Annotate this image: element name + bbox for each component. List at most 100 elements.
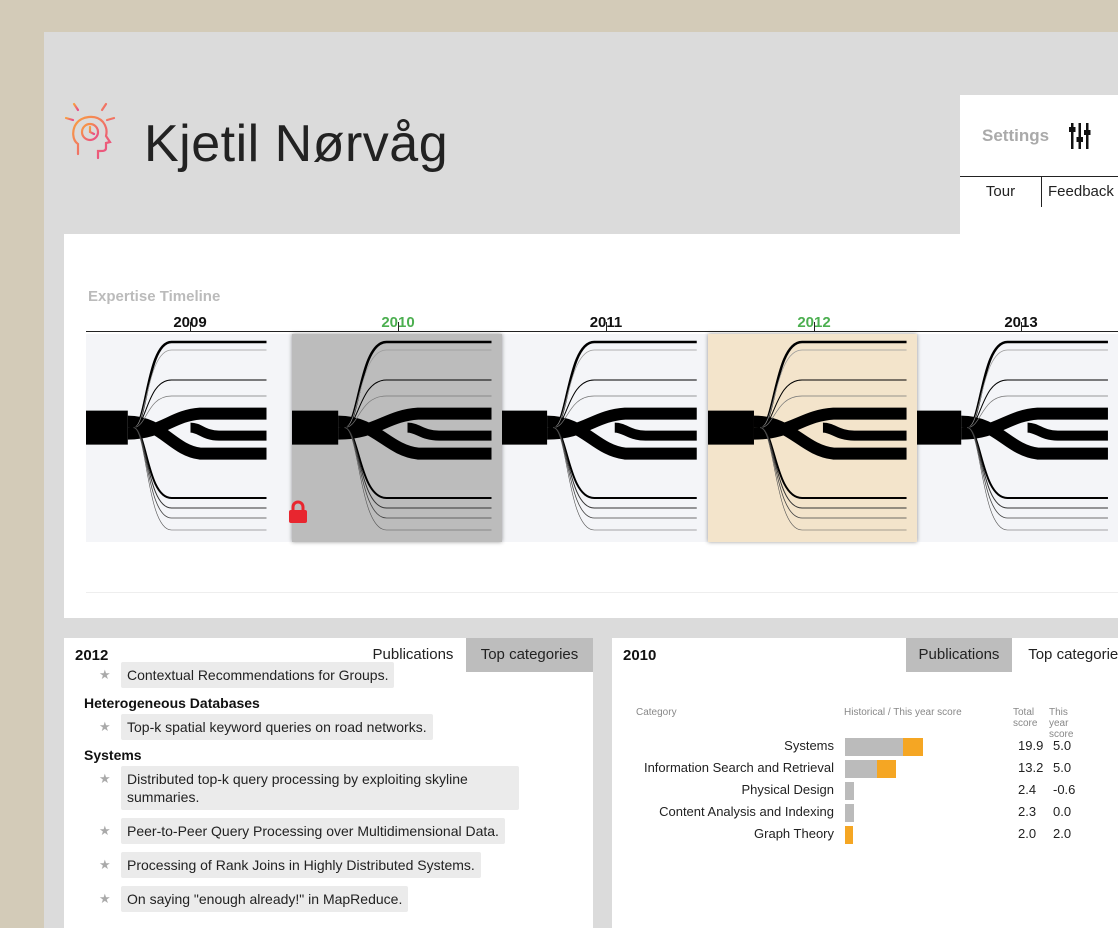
publications-panel: 2012 Publications Top categories ★ Conte…	[64, 638, 593, 928]
axis-tick	[814, 322, 815, 331]
axis-tick	[398, 322, 399, 331]
tour-button[interactable]: Tour	[960, 177, 1042, 207]
timeline-divider	[86, 592, 1118, 593]
sliders-icon	[1069, 122, 1091, 149]
total-score: 13.2	[1018, 760, 1044, 775]
flow-line	[822, 422, 907, 441]
star-icon[interactable]: ★	[99, 822, 111, 840]
tab-top-categories[interactable]: Top categories	[466, 638, 593, 672]
expertise-flow-graphic	[502, 340, 697, 531]
publication-item[interactable]: ★ Top-k spatial keyword queries on road …	[99, 714, 433, 740]
this-year-score-bar	[876, 760, 897, 778]
historical-score-bar	[845, 760, 877, 778]
publication-item[interactable]: ★ Peer-to-Peer Query Processing over Mul…	[99, 818, 505, 844]
flow-line	[553, 379, 697, 429]
historical-score-bar	[845, 738, 904, 756]
flow-2010-locked[interactable]	[292, 334, 502, 542]
category-row: Physical Design 2.4 -0.6	[612, 780, 1118, 800]
timeline-axis	[86, 331, 1118, 332]
flow-line	[344, 427, 492, 519]
expertise-flow-graphic	[917, 340, 1108, 531]
column-header-total: Total score	[1013, 707, 1038, 729]
help-bar: Tour Feedback	[960, 176, 1118, 207]
feedback-button[interactable]: Feedback	[1042, 177, 1118, 207]
axis-tick	[1021, 322, 1022, 331]
flow-line	[133, 379, 267, 429]
star-icon[interactable]: ★	[99, 856, 111, 874]
category-row: Information Search and Retrieval 13.2 5.0	[612, 758, 1118, 778]
expertise-head-icon	[64, 96, 116, 160]
settings-button[interactable]: Settings	[960, 95, 1118, 176]
star-icon[interactable]: ★	[99, 890, 111, 908]
axis-tick	[190, 322, 191, 331]
publication-title: Top-k spatial keyword queries on road ne…	[127, 719, 427, 735]
tab-publications[interactable]: Publications	[906, 638, 1012, 672]
header: Kjetil Nørvåg Settings Tour Feedback	[44, 32, 1118, 238]
flow-line	[614, 422, 697, 441]
profile-name: Kjetil Nørvåg	[144, 115, 449, 173]
star-icon[interactable]: ★	[99, 770, 111, 788]
timeline-title: Expertise Timeline	[88, 288, 221, 305]
publication-list: ★ Contextual Recommendations for Groups.…	[64, 662, 593, 920]
flow-line	[760, 427, 907, 519]
flow-line	[1027, 422, 1108, 441]
flow-2013[interactable]	[917, 334, 1118, 542]
this-year-score: 5.0	[1053, 760, 1072, 775]
historical-score-bar	[845, 804, 854, 822]
panel-year: 2010	[623, 647, 657, 664]
flow-line	[344, 379, 492, 429]
total-score: 2.4	[1018, 782, 1037, 797]
axis-tick	[606, 322, 607, 331]
flow-2009[interactable]	[86, 334, 276, 542]
publication-item[interactable]: ★ Contextual Recommendations for Groups.	[99, 662, 395, 688]
publication-title: Distributed top-k query processing by ex…	[127, 771, 468, 805]
flow-line	[760, 379, 907, 429]
category-label: Graph Theory	[754, 826, 834, 841]
publication-title: Peer-to-Peer Query Processing over Multi…	[127, 823, 499, 839]
this-year-score: 0.0	[1053, 804, 1072, 819]
category-row: Systems 19.9 5.0	[612, 736, 1118, 756]
settings-box: Settings Tour Feedback	[960, 95, 1118, 238]
total-score: 2.3	[1018, 804, 1037, 819]
publication-item[interactable]: ★ Processing of Rank Joins in Highly Dis…	[99, 852, 481, 878]
publication-item[interactable]: ★ Distributed top-k query processing by …	[99, 766, 519, 810]
total-score: 2.0	[1018, 826, 1037, 841]
category-label: Information Search and Retrieval	[643, 760, 834, 775]
category-label: Physical Design	[741, 782, 835, 797]
flow-line	[133, 427, 267, 519]
category-heading: Heterogeneous Databases	[84, 695, 260, 711]
flow-line	[553, 427, 697, 519]
total-score: 19.9	[1018, 738, 1044, 753]
category-row: Content Analysis and Indexing 2.3 0.0	[612, 802, 1118, 822]
star-icon[interactable]: ★	[99, 666, 111, 684]
timeline-panel: Expertise Timeline 2009 2010 2011 2012 2…	[64, 234, 1118, 618]
historical-score-bar	[845, 782, 855, 800]
column-header-category: Category	[636, 707, 677, 718]
publication-title: On saying "enough already!" in MapReduce…	[127, 891, 403, 907]
page: Kjetil Nørvåg Settings Tour Feedback Exp…	[44, 32, 1118, 928]
flow-2012-selected[interactable]	[708, 334, 917, 542]
star-icon[interactable]: ★	[99, 718, 111, 736]
this-year-score: 5.0	[1053, 738, 1072, 753]
expertise-flow-graphic	[86, 340, 267, 531]
category-label: Content Analysis and Indexing	[659, 804, 834, 819]
flow-line	[967, 379, 1108, 429]
this-year-score-bar	[903, 738, 923, 756]
category-label: Systems	[784, 738, 834, 753]
publication-item[interactable]: ★ On saying "enough already!" in MapRedu…	[99, 886, 409, 912]
flow-line	[190, 422, 267, 441]
tab-top-categories[interactable]: Top categories	[1012, 638, 1118, 672]
flow-line	[967, 427, 1108, 519]
column-header-historical: Historical / This year score	[844, 707, 962, 718]
publication-title: Contextual Recommendations for Groups.	[127, 667, 389, 683]
category-row: Graph Theory 2.0 2.0	[612, 824, 1118, 844]
flow-line	[407, 422, 492, 441]
panel-year: 2012	[75, 647, 109, 664]
lock-icon[interactable]	[288, 500, 308, 524]
settings-label: Settings	[982, 125, 1050, 145]
expertise-flow-graphic	[708, 340, 907, 531]
publication-title: Processing of Rank Joins in Highly Distr…	[127, 857, 475, 873]
this-year-score-bar	[845, 826, 853, 844]
this-year-score: -0.6	[1053, 782, 1076, 797]
flow-2011[interactable]	[502, 334, 707, 542]
